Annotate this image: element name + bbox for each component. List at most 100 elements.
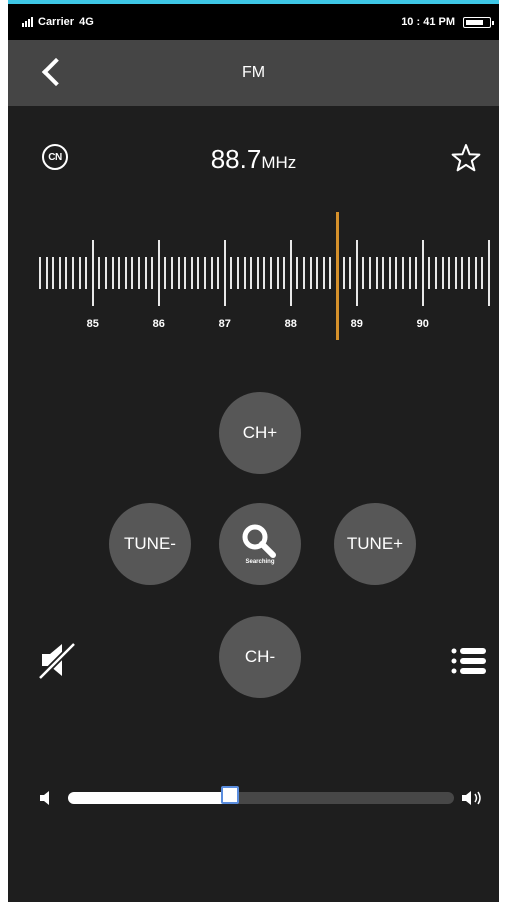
scale-minor-tick [98,257,101,289]
scale-minor-tick [474,257,477,289]
scale-minor-tick [58,257,61,289]
scale-major-tick [421,240,424,306]
status-right: 10 : 41 PM [401,16,494,28]
scale-minor-tick [329,257,332,289]
fm-radio-screen: Carrier 4G 10 : 41 PM FM CN 88.7MHz 85 86… [8,0,499,902]
scale-minor-tick [243,257,246,289]
scale-major-tick [289,240,292,306]
battery-icon [463,16,494,28]
network-type: 4G [79,16,94,28]
tuning-needle[interactable] [336,212,339,340]
volume-slider[interactable] [68,786,454,804]
scale-minor-tick [45,257,48,289]
volume-high-icon [460,788,488,808]
scale-minor-tick [283,257,286,289]
scale-label: 89 [350,318,363,330]
tune-up-button[interactable]: TUNE+ [334,503,416,585]
scale-minor-tick [322,257,325,289]
scale-minor-tick [171,257,173,289]
scale-minor-tick [454,257,457,289]
tune-down-button[interactable]: TUNE- [109,503,191,585]
scale-minor-tick [395,257,398,289]
scale-minor-tick [72,257,74,289]
scale-minor-tick [197,257,200,289]
volume-low-icon [38,788,52,808]
station-list-button[interactable] [450,644,488,678]
speaker-muted-icon [37,641,77,681]
scale-minor-tick [164,257,167,289]
scale-minor-tick [190,257,193,289]
scale-minor-tick [124,257,127,289]
scale-minor-tick [85,257,88,289]
scale-minor-tick [441,257,444,289]
scale-minor-tick [138,257,140,289]
scale-minor-tick [276,257,279,289]
scale-label: 87 [218,318,231,330]
volume-slider-thumb[interactable] [221,786,240,804]
scale-minor-tick [408,257,411,289]
volume-slider-fill [68,792,231,804]
star-icon [451,144,481,172]
navigation-bar: FM [8,40,499,106]
scale-minor-tick [210,257,213,289]
scale-minor-tick [78,257,81,289]
scale-major-tick [223,240,226,306]
scale-minor-tick [250,257,253,289]
scale-minor-tick [415,257,418,289]
scale-minor-tick [316,257,319,289]
frequency-unit: MHz [261,153,297,172]
scale-minor-tick [375,257,378,289]
search-icon [242,524,276,558]
scale-minor-tick [263,257,266,289]
scale-minor-tick [369,257,371,289]
favorite-button[interactable] [450,142,482,174]
scale-minor-tick [388,257,391,289]
scale-minor-tick [184,257,187,289]
scale-label: 90 [416,318,429,330]
scale-minor-tick [131,257,134,289]
scale-minor-tick [256,257,259,289]
scale-minor-tick [481,257,484,289]
status-bar: Carrier 4G 10 : 41 PM [8,4,499,40]
scale-minor-tick [111,257,114,289]
scale-minor-tick [270,257,272,289]
scale-minor-tick [65,257,68,289]
scale-minor-tick [52,257,55,289]
frequency-display: 88.7MHz [8,144,499,175]
scale-minor-tick [349,257,352,289]
scale-minor-tick [402,257,404,289]
channel-up-button[interactable]: CH+ [219,392,301,474]
scale-minor-tick [303,257,305,289]
scale-label: 85 [86,318,99,330]
scale-minor-tick [382,257,385,289]
scale-minor-tick [296,257,299,289]
scale-minor-tick [461,257,464,289]
channel-down-button[interactable]: CH- [219,616,301,698]
scale-minor-tick [39,257,41,289]
scale-minor-tick [217,257,220,289]
scale-minor-tick [177,257,180,289]
scale-minor-tick [309,257,312,289]
mute-button[interactable] [36,640,80,681]
search-status-label: Searching [245,559,275,565]
search-button[interactable]: Searching [219,503,301,585]
scale-major-tick [487,240,490,306]
status-time: 10 : 41 PM [401,16,455,28]
scale-minor-tick [342,257,345,289]
signal-icon [22,17,33,27]
scale-minor-tick [362,257,365,289]
scale-major-tick [355,240,358,306]
scale-minor-tick [230,257,233,289]
carrier-name: Carrier [38,16,75,28]
list-icon [451,648,486,674]
scale-minor-tick [151,257,154,289]
scale-major-tick [157,240,160,306]
scale-minor-tick [468,257,470,289]
scale-minor-tick [435,257,437,289]
frequency-scale[interactable]: 85 86 87 88 89 90 [8,200,499,360]
scale-minor-tick [118,257,121,289]
scale-label: 86 [152,318,165,330]
scale-label: 88 [284,318,297,330]
scale-minor-tick [144,257,147,289]
scale-minor-tick [105,257,107,289]
